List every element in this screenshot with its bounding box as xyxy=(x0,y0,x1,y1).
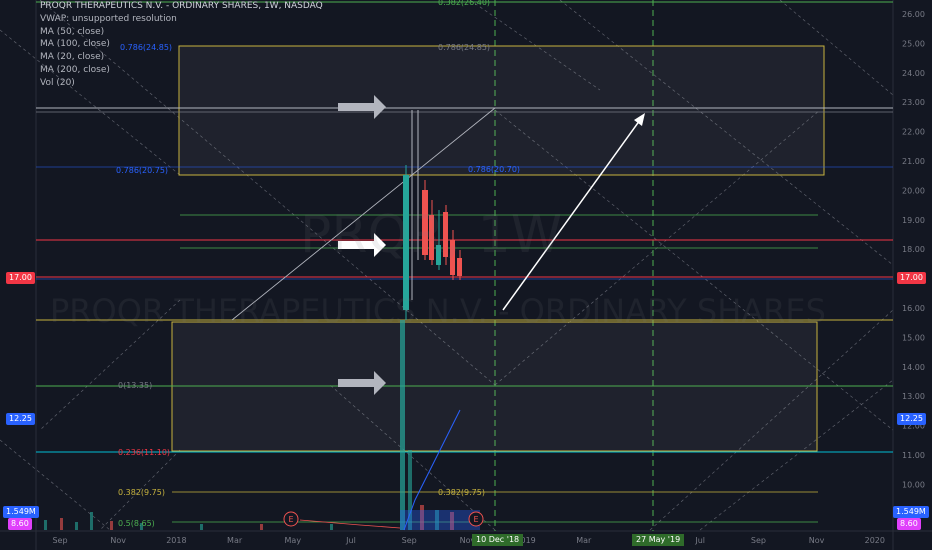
watermark-name: PROQR THERAPEUTICS N.V. - ORDINARY SHARE… xyxy=(50,292,826,330)
watermark-ticker: PRQR, 1W xyxy=(300,205,563,265)
volume-ma-red xyxy=(299,519,401,529)
small-badge: 8.60 xyxy=(897,518,921,530)
svg-text:0(13.35): 0(13.35) xyxy=(118,381,152,390)
price-tick-label: 22.00 xyxy=(902,128,925,137)
svg-text:0.382(9.75): 0.382(9.75) xyxy=(118,488,165,497)
level-badge-left: 12.25 xyxy=(6,413,35,425)
current-price-badge-left: 17.00 xyxy=(6,272,35,284)
time-tick-label: Nov xyxy=(809,536,825,545)
time-tick-label: 2018 xyxy=(166,536,186,545)
earnings-marker-label: E xyxy=(473,515,478,524)
price-tick-label: 24.00 xyxy=(902,69,925,78)
time-tick-label: Nov xyxy=(110,536,126,545)
time-tick-label: Jul xyxy=(345,536,356,545)
price-tick-label: 13.00 xyxy=(902,392,925,401)
volume-badge-left: 1.549M xyxy=(3,506,39,518)
svg-text:0.5(8.65): 0.5(8.65) xyxy=(118,519,155,528)
price-tick-label: 14.00 xyxy=(902,363,925,372)
price-tick-label: 21.00 xyxy=(902,157,925,166)
indicator-volume[interactable]: Vol (20) xyxy=(40,77,323,90)
date-badge-end[interactable]: 27 May '19 xyxy=(632,534,685,546)
time-tick-label: Sep xyxy=(402,536,417,545)
svg-text:0.382(26.40): 0.382(26.40) xyxy=(438,0,490,7)
indicator-ma-20[interactable]: MA (20, close) xyxy=(40,51,323,64)
time-tick-label: Sep xyxy=(751,536,766,545)
time-tick-label: Mar xyxy=(576,536,592,545)
earnings-marker-label: E xyxy=(288,515,293,524)
date-badge-start[interactable]: 10 Dec '18 xyxy=(472,534,524,546)
current-price-badge: 17.00 xyxy=(897,272,926,284)
earnings-marker-2[interactable]: E xyxy=(468,511,484,527)
time-tick-label: Sep xyxy=(52,536,67,545)
earnings-marker-1[interactable]: E xyxy=(283,511,299,527)
svg-text:0.786(20.75): 0.786(20.75) xyxy=(116,166,168,175)
svg-text:0.382(9.75): 0.382(9.75) xyxy=(438,488,485,497)
time-tick-label: May xyxy=(285,536,302,545)
price-tick-label: 20.00 xyxy=(902,186,925,195)
symbol-title[interactable]: PROQR THERAPEUTICS N.V. - ORDINARY SHARE… xyxy=(40,0,323,13)
vwap-indicator[interactable]: VWAP: unsupported resolution xyxy=(40,13,323,26)
price-tick-label: 10.00 xyxy=(902,480,925,489)
svg-text:0.236(11.10): 0.236(11.10) xyxy=(118,448,170,457)
time-tick-label: Mar xyxy=(227,536,243,545)
small-badge-left: 8.60 xyxy=(8,518,32,530)
chart-legend: PROQR THERAPEUTICS N.V. - ORDINARY SHARE… xyxy=(40,0,323,90)
price-tick-label: 16.00 xyxy=(902,304,925,313)
price-tick-label: 19.00 xyxy=(902,216,925,225)
svg-text:0.786(24.85): 0.786(24.85) xyxy=(438,43,490,52)
svg-text:0.786(20.70): 0.786(20.70) xyxy=(468,165,520,174)
time-tick-label: Jul xyxy=(694,536,705,545)
price-tick-label: 11.00 xyxy=(902,451,925,460)
price-tick-label: 23.00 xyxy=(902,98,925,107)
indicator-ma-50[interactable]: MA (50, close) xyxy=(40,26,323,39)
price-tick-label: 25.00 xyxy=(902,39,925,48)
price-tick-label: 15.00 xyxy=(902,333,925,342)
price-tick-label: 26.00 xyxy=(902,10,925,19)
volume-badge: 1.549M xyxy=(893,506,929,518)
indicator-ma-100[interactable]: MA (100, close) xyxy=(40,38,323,51)
time-tick-label: 2020 xyxy=(865,536,885,545)
indicator-ma-200[interactable]: MA (200, close) xyxy=(40,64,323,77)
volume-area xyxy=(400,510,480,530)
time-axis-labels: SepNov2018MarMayJulSepNov2019MarMayJulSe… xyxy=(52,536,885,545)
level-badge: 12.25 xyxy=(897,413,926,425)
price-tick-label: 18.00 xyxy=(902,245,925,254)
